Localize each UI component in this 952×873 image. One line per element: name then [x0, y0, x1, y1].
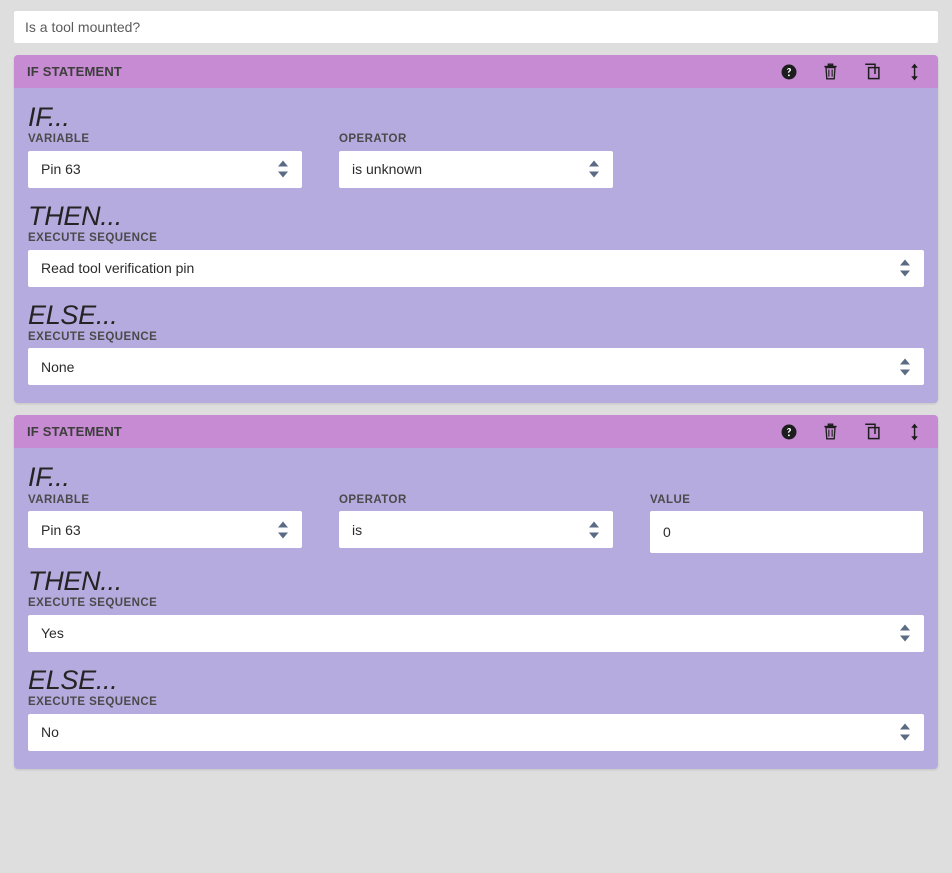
- copy-icon[interactable]: [863, 62, 882, 81]
- sequence-name-input[interactable]: [14, 11, 938, 43]
- operator-label: OPERATOR: [339, 133, 613, 146]
- step-header-1: IF STATEMENT: [14, 55, 938, 88]
- value-input[interactable]: [650, 511, 923, 553]
- operator-select-value: is: [352, 522, 362, 538]
- then-sequence-value: Read tool verification pin: [41, 260, 194, 276]
- if-branch-title: IF...: [28, 103, 924, 132]
- step-title: IF STATEMENT: [27, 65, 779, 78]
- then-branch-title: THEN...: [28, 202, 924, 231]
- else-sequence-field-group: EXECUTE SEQUENCE None: [28, 331, 924, 386]
- value-label: VALUE: [650, 494, 923, 507]
- step-body-1: IF... VARIABLE Pin 63 OPERATOR is unknow…: [14, 88, 938, 403]
- if-condition-row: VARIABLE Pin 63 OPERATOR is unknown: [28, 133, 924, 188]
- variable-field-group: VARIABLE Pin 63: [28, 133, 302, 188]
- step-title: IF STATEMENT: [27, 425, 779, 438]
- then-execute-sequence-label: EXECUTE SEQUENCE: [28, 232, 924, 245]
- move-vertical-icon[interactable]: [905, 62, 924, 81]
- variable-select[interactable]: Pin 63: [28, 151, 302, 188]
- value-field-group: VALUE: [650, 494, 923, 554]
- operator-select-value: is unknown: [352, 161, 422, 177]
- trash-icon[interactable]: [821, 62, 840, 81]
- if-condition-row: VARIABLE Pin 63 OPERATOR is: [28, 494, 924, 554]
- step-header-actions: [779, 62, 924, 81]
- then-sequence-select[interactable]: Yes: [28, 615, 924, 652]
- operator-select[interactable]: is: [339, 511, 613, 548]
- help-icon[interactable]: [779, 62, 798, 81]
- chevron-updown-icon: [899, 625, 910, 642]
- variable-field-group: VARIABLE Pin 63: [28, 494, 302, 554]
- help-icon[interactable]: [779, 422, 798, 441]
- then-sequence-field-group: EXECUTE SEQUENCE Read tool verification …: [28, 232, 924, 287]
- variable-select-value: Pin 63: [41, 522, 81, 538]
- sequence-name-row: [0, 0, 952, 43]
- operator-select[interactable]: is unknown: [339, 151, 613, 188]
- operator-field-group: OPERATOR is: [339, 494, 613, 554]
- else-branch-title: ELSE...: [28, 301, 924, 330]
- chevron-updown-icon: [899, 260, 910, 277]
- chevron-updown-icon: [588, 521, 599, 538]
- variable-select[interactable]: Pin 63: [28, 511, 302, 548]
- copy-icon[interactable]: [863, 422, 882, 441]
- else-branch-title: ELSE...: [28, 666, 924, 695]
- else-sequence-select[interactable]: None: [28, 348, 924, 385]
- sequence-editor-page: IF STATEMENT: [0, 0, 952, 873]
- then-sequence-select[interactable]: Read tool verification pin: [28, 250, 924, 287]
- then-sequence-field-group: EXECUTE SEQUENCE Yes: [28, 597, 924, 652]
- else-execute-sequence-label: EXECUTE SEQUENCE: [28, 331, 924, 344]
- chevron-updown-icon: [899, 358, 910, 375]
- else-sequence-field-group: EXECUTE SEQUENCE No: [28, 696, 924, 751]
- chevron-updown-icon: [588, 161, 599, 178]
- operator-field-group: OPERATOR is unknown: [339, 133, 613, 188]
- if-branch-title: IF...: [28, 463, 924, 492]
- move-vertical-icon[interactable]: [905, 422, 924, 441]
- then-sequence-value: Yes: [41, 625, 64, 641]
- else-sequence-select[interactable]: No: [28, 714, 924, 751]
- chevron-updown-icon: [899, 724, 910, 741]
- step-header-actions: [779, 422, 924, 441]
- then-execute-sequence-label: EXECUTE SEQUENCE: [28, 597, 924, 610]
- chevron-updown-icon: [277, 521, 288, 538]
- variable-select-value: Pin 63: [41, 161, 81, 177]
- chevron-updown-icon: [277, 161, 288, 178]
- else-sequence-value: No: [41, 724, 59, 740]
- step-header-2: IF STATEMENT: [14, 415, 938, 448]
- operator-label: OPERATOR: [339, 494, 613, 507]
- if-statement-step-2: IF STATEMENT: [14, 415, 938, 768]
- if-statement-step-1: IF STATEMENT: [14, 55, 938, 403]
- then-branch-title: THEN...: [28, 567, 924, 596]
- variable-label: VARIABLE: [28, 494, 302, 507]
- variable-label: VARIABLE: [28, 133, 302, 146]
- step-body-2: IF... VARIABLE Pin 63 OPERATOR is: [14, 448, 938, 768]
- else-sequence-value: None: [41, 359, 74, 375]
- trash-icon[interactable]: [821, 422, 840, 441]
- else-execute-sequence-label: EXECUTE SEQUENCE: [28, 696, 924, 709]
